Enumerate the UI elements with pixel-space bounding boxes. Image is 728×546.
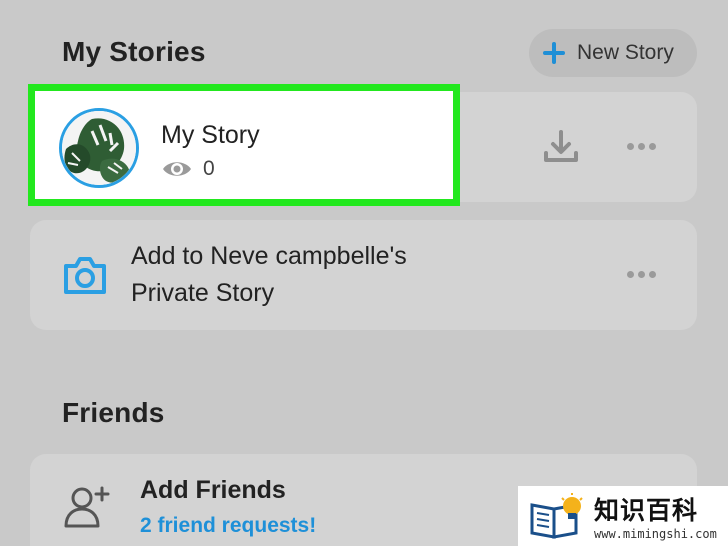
my-stories-title: My Stories [62, 36, 206, 67]
monstera-leaf-icon [62, 111, 136, 185]
watermark-title: 知识百科 [594, 497, 699, 525]
my-story-highlight[interactable]: My Story 0 [28, 84, 460, 206]
views-value: 0 [203, 157, 215, 180]
private-story-line2: Private Story [131, 279, 275, 307]
view-count: 0 [161, 157, 215, 181]
new-story-button[interactable]: New Story [529, 29, 697, 77]
new-story-label: New Story [577, 41, 674, 64]
private-story-card[interactable]: Add to Neve campbelle's Private Story [30, 220, 697, 330]
add-friend-icon [64, 486, 110, 528]
private-story-line1: Add to Neve campbelle's [131, 242, 407, 270]
watermark: 知识百科 www.mimingshi.com [518, 486, 728, 546]
add-friends-label: Add Friends [140, 476, 286, 504]
story-name: My Story [161, 121, 260, 149]
plus-icon [543, 42, 565, 64]
download-icon[interactable] [543, 129, 579, 165]
more-options-icon[interactable] [627, 143, 656, 150]
watermark-url: www.mimingshi.com [594, 527, 717, 541]
book-lightbulb-logo-icon [530, 493, 583, 539]
eye-icon [163, 162, 191, 176]
more-options-icon[interactable] [627, 271, 656, 278]
private-story-label: Add to Neve campbelle's Private Story [131, 238, 491, 312]
camera-icon [64, 257, 106, 294]
story-avatar [59, 108, 139, 188]
friends-title: Friends [62, 397, 165, 428]
watermark-text: 知识百科 www.mimingshi.com [594, 491, 717, 541]
friend-requests-link[interactable]: 2 friend requests! [140, 514, 316, 538]
